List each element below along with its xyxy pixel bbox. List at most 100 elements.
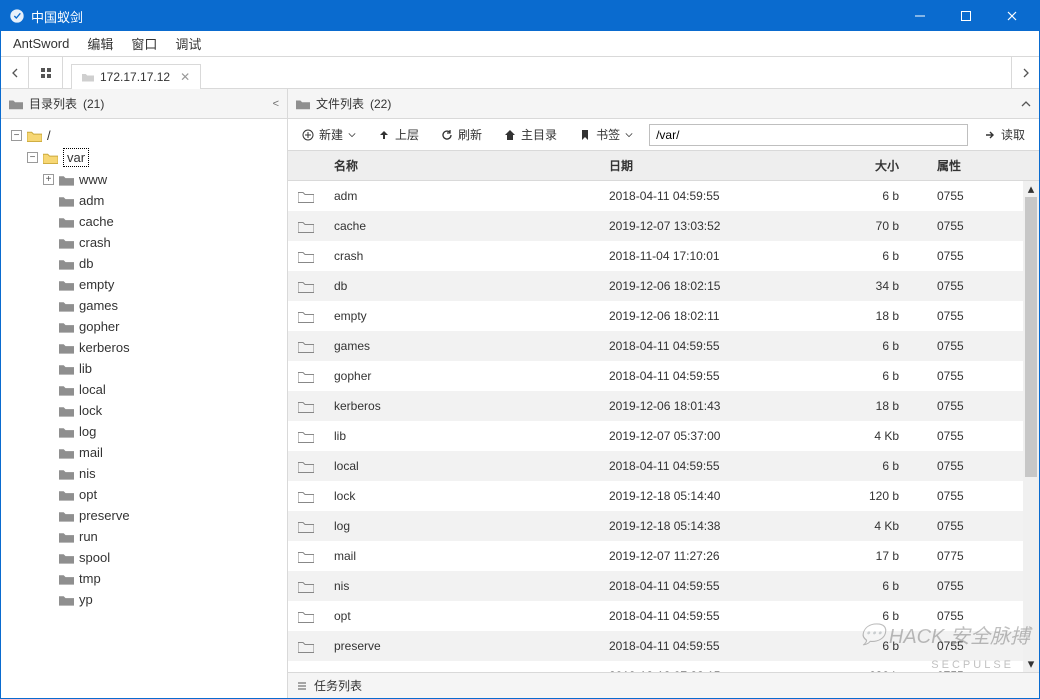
arrow-up-icon (378, 129, 390, 141)
taskbar-label: 任务列表 (314, 677, 362, 694)
tree-item-yp[interactable]: yp (39, 590, 287, 609)
table-row[interactable]: lib2019-12-07 05:37:004 Kb0755 (288, 421, 1039, 451)
file-panel-title: 文件列表 (316, 95, 364, 112)
file-panel: 文件列表 (22) 新建 上层 刷新 (288, 89, 1039, 698)
tree-item-lock[interactable]: lock (39, 401, 287, 420)
directory-panel: 目录列表 (21) < −/−var+www adm cache crash db emp… (1, 89, 288, 698)
col-name[interactable]: 名称 (324, 157, 599, 174)
table-row[interactable]: local2018-04-11 04:59:556 b0755 (288, 451, 1039, 481)
tab-prev-button[interactable] (1, 57, 29, 88)
file-toolbar: 新建 上层 刷新 主目录 书签 (288, 119, 1039, 151)
tree-item-adm[interactable]: adm (39, 191, 287, 210)
tree-item-local[interactable]: local (39, 380, 287, 399)
bookmark-button[interactable]: 书签 (573, 123, 639, 146)
directory-tree[interactable]: −/−var+www adm cache crash db empty games gophe… (1, 119, 287, 698)
tree-item-tmp[interactable]: tmp (39, 569, 287, 588)
table-row[interactable]: games2018-04-11 04:59:556 b0755 (288, 331, 1039, 361)
table-row[interactable]: cache2019-12-07 13:03:5270 b0755 (288, 211, 1039, 241)
scroll-thumb[interactable] (1025, 197, 1037, 477)
panel-collapse-icon[interactable] (1021, 99, 1031, 109)
tree-item-mail[interactable]: mail (39, 443, 287, 462)
tree-item-games[interactable]: games (39, 296, 287, 315)
table-row[interactable]: gopher2018-04-11 04:59:556 b0755 (288, 361, 1039, 391)
panel-collapse-icon[interactable]: < (273, 98, 279, 110)
table-row[interactable]: mail2019-12-07 11:27:2617 b0775 (288, 541, 1039, 571)
refresh-icon (441, 129, 453, 141)
app-logo-icon (9, 8, 25, 24)
titlebar: 中国蚁剑 (1, 1, 1039, 31)
col-size[interactable]: 大小 (789, 157, 909, 174)
scroll-down-icon[interactable]: ▾ (1023, 656, 1039, 672)
maximize-button[interactable] (943, 1, 989, 31)
table-row[interactable]: preserve2018-04-11 04:59:556 b0755 (288, 631, 1039, 661)
col-attr[interactable]: 属性 (909, 157, 1019, 174)
folder-icon (296, 98, 310, 110)
tree-item-opt[interactable]: opt (39, 485, 287, 504)
task-bar: 任务列表 (288, 672, 1039, 698)
tab-label: 172.17.17.12 (100, 70, 170, 84)
up-button[interactable]: 上层 (372, 123, 425, 146)
vertical-scrollbar[interactable]: ▴ ▾ (1023, 181, 1039, 672)
refresh-button[interactable]: 刷新 (435, 123, 488, 146)
tree-item-cache[interactable]: cache (39, 212, 287, 231)
tab-host[interactable]: 172.17.17.12 ✕ (71, 64, 201, 89)
bookmark-icon (579, 129, 591, 141)
table-row[interactable]: lock2019-12-18 05:14:40120 b0755 (288, 481, 1039, 511)
tree-item-spool[interactable]: spool (39, 548, 287, 567)
menu-debug[interactable]: 调试 (167, 31, 209, 56)
table-row[interactable]: run2019-12-18 07:23:15680 b0755 (288, 661, 1039, 672)
menu-window[interactable]: 窗口 (123, 31, 165, 56)
table-row[interactable]: empty2019-12-06 18:02:1118 b0755 (288, 301, 1039, 331)
tree-item-log[interactable]: log (39, 422, 287, 441)
tab-bar: 172.17.17.12 ✕ (1, 57, 1039, 89)
menu-antsword[interactable]: AntSword (5, 33, 77, 54)
tab-close-icon[interactable]: ✕ (180, 70, 190, 84)
tree-item-gopher[interactable]: gopher (39, 317, 287, 336)
tree-item-db[interactable]: db (39, 254, 287, 273)
home-button[interactable]: 主目录 (498, 123, 563, 146)
tree-root[interactable]: −/ (7, 126, 287, 145)
close-button[interactable] (989, 1, 1035, 31)
minimize-button[interactable] (897, 1, 943, 31)
tree-item-run[interactable]: run (39, 527, 287, 546)
file-table: 名称 日期 大小 属性 adm2018-04-11 04:59:556 b075… (288, 151, 1039, 672)
table-row[interactable]: db2019-12-06 18:02:1534 b0755 (288, 271, 1039, 301)
window-title: 中国蚁剑 (31, 7, 897, 26)
scroll-up-icon[interactable]: ▴ (1023, 181, 1039, 197)
arrow-right-icon (984, 129, 996, 141)
table-row[interactable]: crash2018-11-04 17:10:016 b0755 (288, 241, 1039, 271)
tree-item-nis[interactable]: nis (39, 464, 287, 483)
table-header: 名称 日期 大小 属性 (288, 151, 1039, 181)
tree-item-preserve[interactable]: preserve (39, 506, 287, 525)
new-button[interactable]: 新建 (296, 123, 362, 146)
table-row[interactable]: nis2018-04-11 04:59:556 b0755 (288, 571, 1039, 601)
tree-item-kerberos[interactable]: kerberos (39, 338, 287, 357)
folder-icon (9, 98, 23, 110)
directory-count: (21) (83, 97, 104, 111)
directory-panel-header: 目录列表 (21) < (1, 89, 287, 119)
tree-item-crash[interactable]: crash (39, 233, 287, 252)
folder-icon (82, 71, 94, 83)
directory-panel-title: 目录列表 (29, 95, 77, 112)
tab-grid-button[interactable] (29, 57, 63, 88)
table-row[interactable]: log2019-12-18 05:14:384 Kb0755 (288, 511, 1039, 541)
chevron-down-icon (348, 129, 356, 141)
col-date[interactable]: 日期 (599, 157, 789, 174)
menu-bar: AntSword 编辑 窗口 调试 (1, 31, 1039, 57)
file-panel-header: 文件列表 (22) (288, 89, 1039, 119)
table-row[interactable]: kerberos2019-12-06 18:01:4318 b0755 (288, 391, 1039, 421)
app-window: 中国蚁剑 AntSword 编辑 窗口 调试 172.17.17.12 ✕ (0, 0, 1040, 699)
tab-next-button[interactable] (1011, 57, 1039, 88)
tree-item-var[interactable]: −var (23, 146, 287, 169)
list-icon (296, 680, 308, 692)
tree-item-lib[interactable]: lib (39, 359, 287, 378)
chevron-down-icon (625, 129, 633, 141)
tree-item-www[interactable]: +www (39, 170, 287, 189)
read-button[interactable]: 读取 (978, 123, 1031, 146)
table-row[interactable]: opt2018-04-11 04:59:556 b0755 (288, 601, 1039, 631)
tree-item-empty[interactable]: empty (39, 275, 287, 294)
table-row[interactable]: adm2018-04-11 04:59:556 b0755 (288, 181, 1039, 211)
path-input[interactable] (649, 124, 968, 146)
menu-edit[interactable]: 编辑 (79, 31, 121, 56)
table-body: adm2018-04-11 04:59:556 b0755cache2019-1… (288, 181, 1039, 672)
